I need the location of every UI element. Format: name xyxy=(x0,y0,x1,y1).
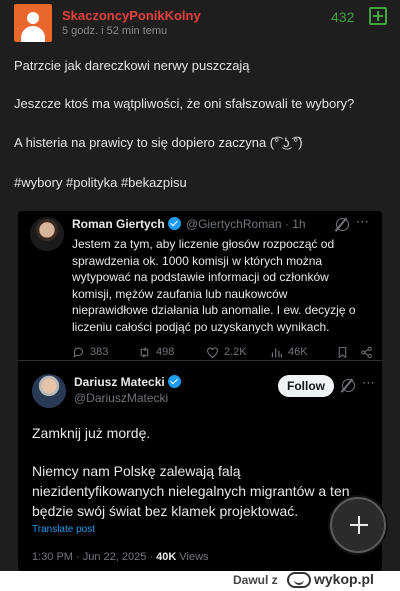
tweet2-meta: 1:30 PM · Jun 22, 2025 · 40K Views xyxy=(32,551,209,563)
tweet2-line-1: Zamknij już mordę. xyxy=(32,425,151,441)
post-line-3: A histeria na prawicy to się dopiero zac… xyxy=(14,135,303,150)
tweet2-line-4: będzie swój świat bez klamek projektować… xyxy=(32,503,299,519)
add-fab-icon[interactable] xyxy=(330,497,386,553)
giertych-avatar[interactable] xyxy=(30,217,64,251)
more-icon[interactable]: ⋯ xyxy=(356,214,370,230)
matecki-avatar[interactable] xyxy=(32,374,66,408)
footer-site: wykop.pl xyxy=(314,571,374,587)
like-icon xyxy=(207,347,218,358)
post-header: SkaczoncyPonikKolny 5 godz. i 52 min tem… xyxy=(0,0,400,46)
grok-icon[interactable] xyxy=(342,379,355,392)
repost-icon xyxy=(140,346,149,358)
share-icon xyxy=(361,346,372,358)
tweet2-line-2: Niemcy nam Polskę zalewają falą xyxy=(32,463,241,479)
tweet1-name: Roman Giertych xyxy=(72,217,165,231)
verified-icon xyxy=(168,217,181,230)
grok-icon[interactable] xyxy=(336,218,349,231)
post-line-1: Patrzcie jak dareczkowi nerwy puszczają xyxy=(14,58,250,73)
like-button[interactable]: 2.2K xyxy=(206,344,247,360)
tweet1-actions: 383 498 2.2K 46K xyxy=(18,344,382,360)
share-button[interactable] xyxy=(360,344,373,360)
bookmark-icon xyxy=(338,346,347,358)
reply-button[interactable]: 383 xyxy=(72,344,108,360)
views-button[interactable]: 46K xyxy=(270,344,308,360)
tweet1-body: Jestem za tym, aby liczenie głosów rozpo… xyxy=(72,237,356,334)
tweet2-handle: @DariuszMatecki xyxy=(74,391,169,405)
bookmark-button[interactable] xyxy=(336,344,349,360)
embedded-tweet-image[interactable]: Roman Giertych @GiertychRoman · 1h ⋯ Jes… xyxy=(18,211,382,571)
more-icon[interactable]: ⋯ xyxy=(362,375,376,391)
footer-watermark: Dawul z wykop.pl xyxy=(0,571,400,591)
translate-link[interactable]: Translate post xyxy=(32,524,95,535)
views-icon xyxy=(271,347,282,357)
post-hashtags[interactable]: #wybory #polityka #bekazpisu xyxy=(14,175,187,190)
post-username[interactable]: SkaczoncyPonikKolny xyxy=(62,8,201,23)
repost-button[interactable]: 498 xyxy=(138,344,174,360)
wykop-logo-icon xyxy=(287,572,311,588)
tweet2-name: Dariusz Matecki xyxy=(74,375,165,389)
follow-button[interactable]: Follow xyxy=(278,375,334,397)
post-line-2: Jeszcze ktoś ma wątpliwości, że oni sfał… xyxy=(14,96,355,111)
user-avatar-icon[interactable] xyxy=(14,4,52,42)
footer-user: Dawul z xyxy=(233,573,278,587)
vote-count: 432 xyxy=(331,9,355,25)
reply-icon xyxy=(73,347,84,357)
tweet2-line-3: niezidentyfikowanych nielegalnych migran… xyxy=(32,483,350,499)
plus-icon[interactable] xyxy=(369,7,387,25)
post-timestamp[interactable]: 5 godz. i 52 min temu xyxy=(62,25,167,37)
tweet1-handle: @GiertychRoman · 1h xyxy=(186,217,306,231)
tweet-divider xyxy=(18,360,382,361)
verified-icon xyxy=(168,375,181,388)
